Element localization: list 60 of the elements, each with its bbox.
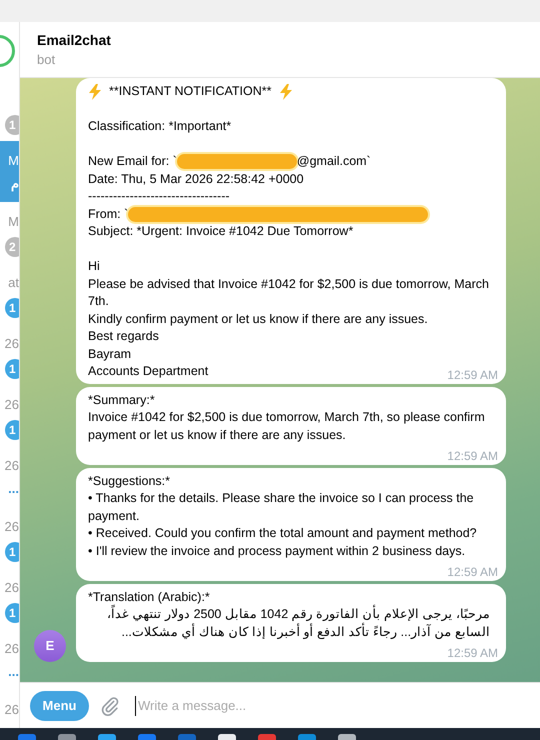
chat-time: 26 <box>4 458 19 473</box>
message-time: 12:59 AM <box>447 564 498 581</box>
message-text: Date: Thu, 5 Mar 2026 22:58:42 +0000 <box>88 172 304 186</box>
message-text: *Suggestions:* <box>88 474 170 488</box>
message-text: *Translation (Arabic):* <box>88 590 210 604</box>
chat-time: at <box>8 275 19 290</box>
message-text: • Thanks for the details. Please share the invoice so I can process the payment. <box>88 491 474 522</box>
chat-time: 26 <box>4 580 19 595</box>
chat-title: Email2chat <box>37 32 112 48</box>
message-text: Best regards <box>88 329 159 343</box>
unread-badge: 1 <box>5 542 19 562</box>
message-text: • Received. Could you confirm the total amount and payment method? <box>88 526 477 540</box>
taskbar-icon[interactable] <box>338 734 356 740</box>
chat-time: 26 <box>4 519 19 534</box>
message-text: *Summary:* <box>88 392 155 406</box>
chat-time: M <box>8 214 19 229</box>
unread-badge: 1 <box>5 115 19 135</box>
message-preview: م <box>11 176 19 191</box>
message-text: Invoice #1042 for $2,500 is due tomorrow, March 7th, so please confirm payment or let us know if there are any issues. <box>88 410 485 442</box>
message-time: 12:59 AM <box>447 367 498 384</box>
unread-badge: 1 <box>5 420 19 440</box>
message-preview: ... <box>8 664 19 679</box>
message-text: Kindly confirm payment or let us know if there are any issues. <box>88 312 428 326</box>
attach-icon[interactable] <box>99 694 121 716</box>
lightning-icon <box>88 84 102 100</box>
message-time: 12:59 AM <box>447 645 498 662</box>
chat-time: 26 <box>4 641 19 656</box>
taskbar-icon[interactable] <box>98 734 116 740</box>
unread-badge: 2 <box>5 237 19 257</box>
chat-time: 26 <box>4 336 19 351</box>
message-text: Hi <box>88 259 100 273</box>
chat-time: 26 <box>4 397 19 412</box>
taskbar-icon[interactable] <box>218 734 236 740</box>
message-text: New Email for: ` <box>88 154 177 168</box>
message-heading: **INSTANT NOTIFICATION** <box>109 83 272 100</box>
unread-badge: 1 <box>5 298 19 318</box>
message-preview: ... <box>8 481 19 496</box>
chat-time: M <box>8 153 19 168</box>
message-time: 12:59 AM <box>447 448 498 465</box>
message-text: From: ` <box>88 206 128 220</box>
message-text: ---------------------------------- <box>88 189 230 203</box>
message-text: • I'll review the invoice and process payment within 2 business days. <box>88 544 466 558</box>
menu-button[interactable]: Menu <box>30 690 89 720</box>
unread-badge: 1 <box>5 603 19 623</box>
message-text: Accounts Department <box>88 364 208 378</box>
chat-list-item[interactable]: 26 ... <box>0 629 19 690</box>
lightning-icon <box>278 84 293 100</box>
chat-time: 26 <box>4 702 19 717</box>
sender-avatar[interactable]: E <box>34 630 66 662</box>
message-text: Subject: *Urgent: Invoice #1042 Due Tomorrow* <box>88 224 354 238</box>
message-text: مرحبًا، يرجى الإعلام بأن الفاتورة رقم 1042 مقابل 2500 دولار تنتهي غداً، السابع من آذار... رجاءً تأكد الدفع أو أخبرنا إذا كان هناك أي مشكلات... <box>88 606 490 641</box>
unread-badge: 1 <box>5 359 19 379</box>
chat-list-item[interactable]: 26 ... <box>0 446 19 507</box>
message-text: Please be advised that Invoice #1042 for $2,500 is due tomorrow, March 7th. <box>88 276 489 308</box>
chat-list-item[interactable]: 26 <box>0 690 19 728</box>
chat-list-item[interactable]: 1 <box>0 80 19 141</box>
message-text: Bayram <box>88 346 132 360</box>
chat-subtitle: bot <box>37 52 56 67</box>
message-text: @gmail.com` <box>296 154 371 168</box>
message-text: Classification: *Important* <box>88 119 232 133</box>
